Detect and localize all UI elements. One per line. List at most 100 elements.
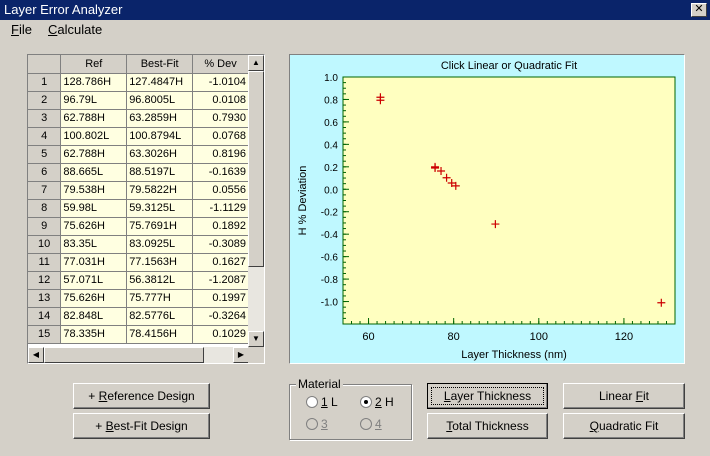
scroll-left-icon[interactable]: ◀ <box>28 347 44 363</box>
pct-dev-cell[interactable]: 0.0768 <box>192 127 249 146</box>
close-icon[interactable]: ✕ <box>691 3 707 17</box>
table-row[interactable]: 5 62.788H 63.3026H 0.8196 <box>28 145 249 164</box>
ref-cell[interactable]: 79.538H <box>60 181 128 200</box>
y-tick-label: 0.6 <box>324 118 338 129</box>
table-row[interactable]: 4 100.802L 100.8794L 0.0768 <box>28 127 249 146</box>
pct-dev-cell[interactable]: 0.1997 <box>192 289 249 308</box>
ref-cell[interactable]: 57.071L <box>60 271 128 290</box>
horizontal-scrollbar[interactable]: ◀ ▶ <box>28 347 249 363</box>
layer-thickness-button[interactable]: Layer Thickness <box>427 383 548 409</box>
best-fit-cell[interactable]: 83.0925L <box>126 235 194 254</box>
table-row[interactable]: 15 78.335H 78.4156H 0.1029 <box>28 325 249 344</box>
radio-number: 4 <box>375 417 382 431</box>
ref-cell[interactable]: 59.98L <box>60 199 128 218</box>
material-radio-1[interactable]: 1 L <box>306 395 338 409</box>
best-fit-cell[interactable]: 88.5197L <box>126 163 194 182</box>
row-number: 12 <box>28 271 62 290</box>
table-row[interactable]: 7 79.538H 79.5822H 0.0556 <box>28 181 249 200</box>
total-thickness-button[interactable]: Total Thickness <box>427 413 548 439</box>
menu-file[interactable]: File <box>11 20 32 40</box>
pct-dev-cell[interactable]: 0.0108 <box>192 91 249 110</box>
radio-number: 2 <box>375 395 382 409</box>
table-row[interactable]: 13 75.626H 75.777H 0.1997 <box>28 289 249 308</box>
ref-cell[interactable]: 128.786H <box>60 73 128 92</box>
best-fit-cell[interactable]: 56.3812L <box>126 271 194 290</box>
ref-cell[interactable]: 100.802L <box>60 127 128 146</box>
pct-dev-cell[interactable]: -0.3264 <box>192 307 249 326</box>
pct-dev-cell[interactable]: -0.3089 <box>192 235 249 254</box>
table-row[interactable]: 8 59.98L 59.3125L -1.1129 <box>28 199 249 218</box>
ref-cell[interactable]: 83.35L <box>60 235 128 254</box>
ref-cell[interactable]: 62.788H <box>60 145 128 164</box>
scroll-up-icon[interactable]: ▲ <box>248 55 264 71</box>
best-fit-cell[interactable]: 100.8794L <box>126 127 194 146</box>
pct-dev-cell[interactable]: 0.1627 <box>192 253 249 272</box>
material-radio-3: 3 <box>306 417 328 431</box>
quadratic-fit-button[interactable]: Quadratic Fit <box>563 413 685 439</box>
best-fit-cell[interactable]: 78.4156H <box>126 325 194 344</box>
table-row[interactable]: 14 82.848L 82.5776L -0.3264 <box>28 307 249 326</box>
add-reference-design-button[interactable]: + Reference Design <box>73 383 210 409</box>
ref-cell[interactable]: 96.79L <box>60 91 128 110</box>
row-number: 3 <box>28 109 62 128</box>
table-row[interactable]: 12 57.071L 56.3812L -1.2087 <box>28 271 249 290</box>
x-tick-label: 120 <box>615 331 633 343</box>
vertical-scrollbar[interactable]: ▲ ▼ <box>248 55 264 347</box>
best-fit-cell[interactable]: 96.8005L <box>126 91 194 110</box>
table-row[interactable]: 10 83.35L 83.0925L -0.3089 <box>28 235 249 254</box>
table-row[interactable]: 2 96.79L 96.8005L 0.0108 <box>28 91 249 110</box>
window-title: Layer Error Analyzer <box>4 2 123 17</box>
material-radio-2[interactable]: 2 H <box>360 395 394 409</box>
column-header-pct-dev[interactable]: % Dev <box>192 55 249 74</box>
pct-dev-cell[interactable]: 0.1029 <box>192 325 249 344</box>
ref-cell[interactable]: 88.665L <box>60 163 128 182</box>
y-tick-label: -0.8 <box>321 275 339 286</box>
linear-fit-button[interactable]: Linear Fit <box>563 383 685 409</box>
pct-dev-cell[interactable]: -0.1639 <box>192 163 249 182</box>
best-fit-cell[interactable]: 63.2859H <box>126 109 194 128</box>
pct-dev-cell[interactable]: 0.0556 <box>192 181 249 200</box>
radio-number: 1 <box>321 395 328 409</box>
results-table: Ref Best-Fit % Dev 1 128.786H 127.4847H -1.… <box>28 55 249 344</box>
best-fit-cell[interactable]: 77.1563H <box>126 253 194 272</box>
menu-calculate[interactable]: Calculate <box>48 20 102 40</box>
best-fit-cell[interactable]: 75.777H <box>126 289 194 308</box>
add-best-fit-design-button[interactable]: + Best-Fit Design <box>73 413 210 439</box>
ref-cell[interactable]: 78.335H <box>60 325 128 344</box>
results-grid[interactable]: Ref Best-Fit % Dev 1 128.786H 127.4847H -1.… <box>27 54 265 364</box>
scroll-down-icon[interactable]: ▼ <box>248 331 264 347</box>
ref-cell[interactable]: 75.626H <box>60 289 128 308</box>
deviation-chart[interactable]: Click Linear or Quadratic Fit 1.0 0.8 0.6 0.… <box>289 54 685 364</box>
column-header-best-fit[interactable]: Best-Fit <box>126 55 194 74</box>
radio-icon <box>306 418 318 430</box>
pct-dev-cell[interactable]: -1.0104 <box>192 73 249 92</box>
table-row[interactable]: 6 88.665L 88.5197L -0.1639 <box>28 163 249 182</box>
best-fit-cell[interactable]: 79.5822H <box>126 181 194 200</box>
pct-dev-cell[interactable]: 0.7930 <box>192 109 249 128</box>
table-row[interactable]: 11 77.031H 77.1563H 0.1627 <box>28 253 249 272</box>
best-fit-cell[interactable]: 63.3026H <box>126 145 194 164</box>
horizontal-scroll-thumb[interactable] <box>44 347 204 363</box>
scroll-right-icon[interactable]: ▶ <box>233 347 249 363</box>
pct-dev-cell[interactable]: -1.1129 <box>192 199 249 218</box>
material-group: Material 1 L 2 H 3 4 <box>289 377 412 440</box>
ref-cell[interactable]: 77.031H <box>60 253 128 272</box>
y-tick-label: -0.2 <box>321 208 339 219</box>
table-row[interactable]: 1 128.786H 127.4847H -1.0104 <box>28 73 249 92</box>
table-row[interactable]: 3 62.788H 63.2859H 0.7930 <box>28 109 249 128</box>
vertical-scroll-thumb[interactable] <box>248 71 264 267</box>
best-fit-cell[interactable]: 59.3125L <box>126 199 194 218</box>
best-fit-cell[interactable]: 127.4847H <box>126 73 194 92</box>
best-fit-cell[interactable]: 82.5776L <box>126 307 194 326</box>
pct-dev-cell[interactable]: 0.8196 <box>192 145 249 164</box>
table-row[interactable]: 9 75.626H 75.7691H 0.1892 <box>28 217 249 236</box>
pct-dev-cell[interactable]: 0.1892 <box>192 217 249 236</box>
scroll-corner <box>248 347 264 363</box>
best-fit-cell[interactable]: 75.7691H <box>126 217 194 236</box>
column-header-ref[interactable]: Ref <box>60 55 128 74</box>
ref-cell[interactable]: 62.788H <box>60 109 128 128</box>
ref-cell[interactable]: 82.848L <box>60 307 128 326</box>
material-legend: Material <box>296 377 343 391</box>
pct-dev-cell[interactable]: -1.2087 <box>192 271 249 290</box>
ref-cell[interactable]: 75.626H <box>60 217 128 236</box>
